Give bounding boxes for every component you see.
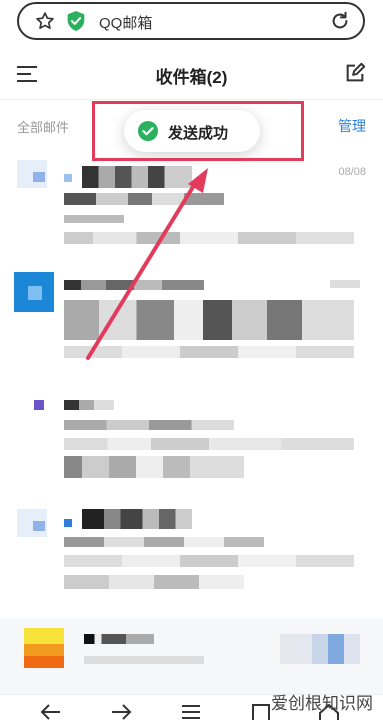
tabs-icon[interactable] <box>250 703 272 720</box>
menu-lines-icon[interactable] <box>180 703 202 720</box>
forward-arrow-icon[interactable] <box>110 703 132 720</box>
annotation-arrow-icon <box>86 168 208 360</box>
watermark: 爱创根知识网 <box>271 694 373 713</box>
back-arrow-icon[interactable] <box>40 703 62 720</box>
